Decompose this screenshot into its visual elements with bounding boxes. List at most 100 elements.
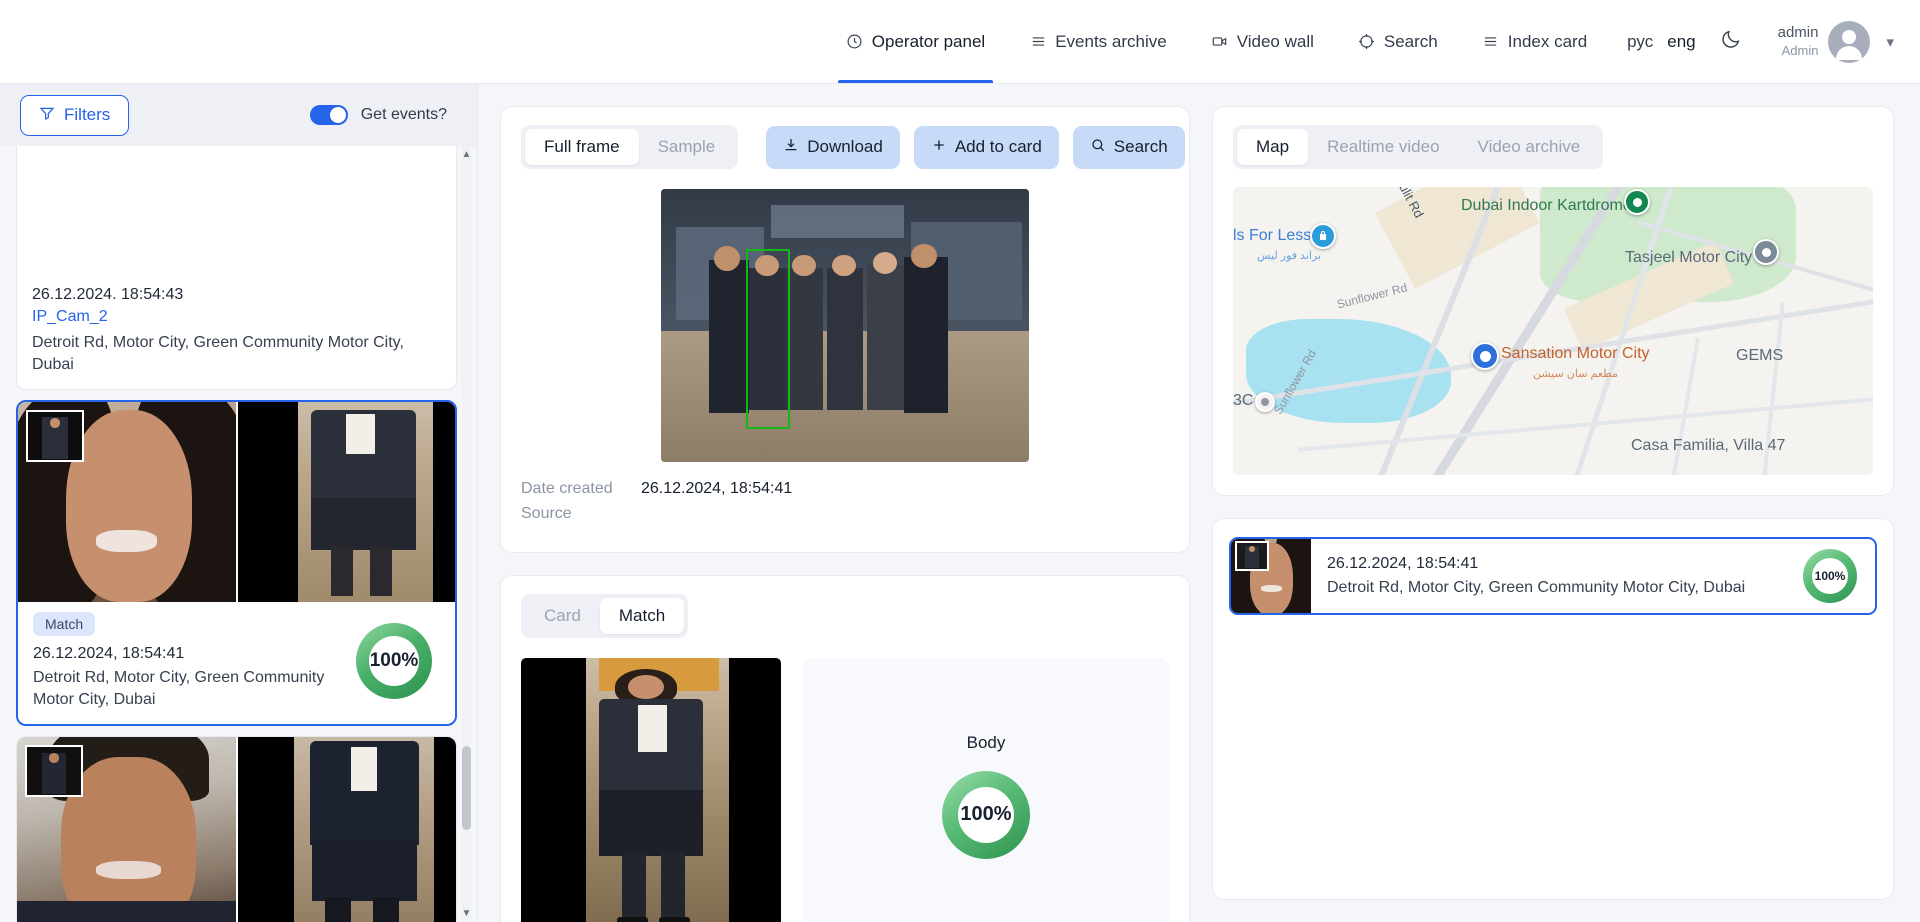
frame-toolbar: Full frame Sample Download Add to card S… (501, 107, 1189, 169)
event-time: 26.12.2024, 18:54:41 (33, 645, 185, 663)
video-camera-icon (1211, 33, 1229, 51)
get-events-toggle-wrap: Get events? (309, 105, 447, 125)
event-images (17, 146, 456, 275)
event-camera-link[interactable]: IP_Cam_2 (32, 308, 441, 326)
right-column: Map Realtime video Video archive Dubai I… (1212, 106, 1894, 900)
funnel-icon (39, 105, 55, 126)
events-sidebar: Filters Get events? 26.12.2024. 18:54:43… (0, 84, 478, 922)
sansation-marker[interactable] (1471, 342, 1499, 370)
event-face-image (17, 737, 236, 922)
chevron-down-icon[interactable]: ▾ (1886, 33, 1894, 51)
brands-for-less-marker[interactable] (1310, 223, 1336, 249)
download-button[interactable]: Download (766, 125, 900, 169)
nav-item-video-wall[interactable]: Video wall (1189, 0, 1336, 83)
match-score-value: 100% (369, 650, 419, 672)
detail-row: Source (521, 505, 1169, 523)
list-icon (1029, 33, 1047, 51)
match-body: Body 100% (501, 638, 1189, 922)
sidebar-scrollbar[interactable]: ▲ ▼ (460, 146, 472, 922)
match-score-box: Body 100% (803, 658, 1169, 922)
nav-label: Index card (1507, 31, 1588, 51)
lang-option-eng[interactable]: eng (1667, 32, 1695, 52)
add-to-card-button[interactable]: Add to card (913, 125, 1059, 169)
body-row: Filters Get events? 26.12.2024. 18:54:43… (0, 84, 1920, 922)
result-card[interactable]: 26.12.2024, 18:54:41 Detroit Rd, Motor C… (1229, 537, 1877, 615)
event-text: 26.12.2024. 18:54:43 IP_Cam_2 Detroit Rd… (17, 275, 456, 389)
frame-details: Date created 26.12.2024, 18:54:41 Source (501, 462, 1189, 552)
list-item[interactable]: Match 26.12.2024, 18:54:41 Detroit Rd, M… (16, 736, 457, 922)
result-thumbnail (1231, 539, 1311, 613)
nav-item-events-archive[interactable]: Events archive (1007, 0, 1189, 83)
match-results-panel: 26.12.2024, 18:54:41 Detroit Rd, Motor C… (1212, 518, 1894, 900)
scrollbar-thumb[interactable] (462, 746, 471, 830)
frame-view-tabs: Full frame Sample (521, 125, 739, 169)
match-body-image[interactable] (521, 658, 781, 922)
nav-item-operator-panel[interactable]: Operator panel (824, 0, 1007, 83)
nav-label: Video wall (1236, 31, 1314, 51)
tab-realtime-video[interactable]: Realtime video (1308, 129, 1458, 165)
theme-toggle-button[interactable] (1718, 29, 1744, 55)
kartdrome-marker[interactable] (1624, 189, 1650, 215)
search-button[interactable]: Search (1072, 125, 1185, 169)
map-canvas[interactable]: Dubai Indoor Kartdrome Tasjeel Motor Cit… (1233, 187, 1873, 475)
tab-map[interactable]: Map (1237, 129, 1309, 165)
tab-sample[interactable]: Sample (639, 129, 735, 165)
result-thumbnail-inset (1235, 541, 1269, 571)
language-switcher: рус eng (1627, 32, 1695, 52)
tasjeel-marker[interactable] (1753, 239, 1779, 265)
add-to-card-label: Add to card (954, 137, 1042, 156)
avatar (1828, 20, 1871, 63)
result-score-donut: 100% (1803, 549, 1857, 603)
detail-value: 26.12.2024, 18:54:41 (641, 480, 793, 497)
nav-label: Events archive (1055, 31, 1167, 51)
full-frame-image[interactable] (661, 189, 1029, 462)
event-images (17, 737, 456, 922)
event-body-image (235, 402, 455, 603)
list-item[interactable]: Match 26.12.2024, 18:54:41 Detroit Rd, M… (16, 400, 457, 727)
event-face-image (18, 402, 236, 603)
small-marker-3c[interactable] (1255, 392, 1275, 412)
get-events-toggle[interactable] (309, 105, 348, 125)
download-label: Download (807, 137, 883, 156)
main-content: Full frame Sample Download Add to card S… (478, 84, 1920, 922)
full-frame-panel: Full frame Sample Download Add to card S… (500, 106, 1190, 553)
match-toolbar: Card Match (501, 576, 1189, 638)
user-identity: admin Admin (1778, 24, 1819, 59)
scroll-down-arrow[interactable]: ▼ (460, 907, 473, 920)
list-item[interactable]: 26.12.2024. 18:54:43 IP_Cam_2 Detroit Rd… (16, 146, 457, 391)
detail-row: Date created 26.12.2024, 18:54:41 (521, 480, 1169, 498)
tab-video-archive[interactable]: Video archive (1459, 129, 1600, 165)
score-title: Body (966, 732, 1006, 752)
user-menu[interactable]: admin Admin ▾ (1778, 20, 1894, 63)
moon-icon (1720, 28, 1742, 55)
lang-option-rus[interactable]: рус (1627, 32, 1653, 52)
clock-icon (846, 33, 864, 51)
result-time: 26.12.2024, 18:54:41 (1327, 555, 1479, 572)
main-nav: Operator panel Events archive Video wall (824, 0, 1609, 83)
detail-key: Date created (521, 480, 613, 497)
tab-full-frame[interactable]: Full frame (525, 129, 639, 165)
events-list[interactable]: 26.12.2024. 18:54:43 IP_Cam_2 Detroit Rd… (0, 146, 477, 922)
match-score-donut: 100% (356, 623, 432, 700)
search-label: Search (1113, 137, 1168, 156)
app-root: Operator panel Events archive Video wall (0, 0, 1920, 922)
nav-label: Operator panel (871, 31, 986, 51)
event-time: 26.12.2024. 18:54:43 (32, 286, 184, 303)
match-view-tabs: Card Match (521, 594, 689, 638)
tab-match[interactable]: Match (599, 598, 685, 634)
nav-label: Search (1383, 31, 1438, 51)
filters-button[interactable]: Filters (20, 94, 130, 136)
event-body-image (235, 737, 456, 922)
nav-item-index-card[interactable]: Index card (1460, 0, 1609, 83)
event-address: Detroit Rd, Motor City, Green Community … (33, 669, 325, 708)
nav-item-search[interactable]: Search (1336, 0, 1460, 83)
sidebar-toolbar: Filters Get events? (0, 84, 477, 146)
body-score-value: 100% (960, 803, 1012, 825)
filters-label: Filters (64, 105, 111, 124)
tab-card[interactable]: Card (525, 598, 600, 634)
scroll-up-arrow[interactable]: ▲ (460, 148, 473, 161)
user-role: Admin (1781, 42, 1819, 58)
status-badge: Match (33, 612, 96, 637)
map-view-tabs: Map Realtime video Video archive (1233, 125, 1604, 169)
result-info: 26.12.2024, 18:54:41 Detroit Rd, Motor C… (1327, 555, 1787, 597)
